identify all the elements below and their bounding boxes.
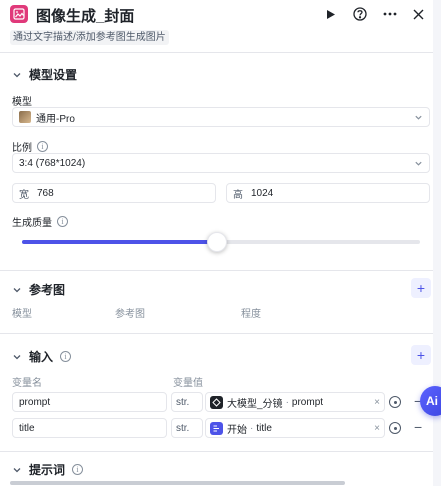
info-icon[interactable]: i — [37, 141, 48, 152]
quality-slider-handle[interactable] — [207, 232, 227, 252]
clear-icon[interactable]: × — [374, 423, 380, 434]
divider — [0, 270, 433, 271]
question-circle-icon[interactable] — [350, 4, 370, 24]
section-model-settings[interactable]: 模型设置 — [12, 66, 77, 83]
height-value: 1024 — [251, 187, 274, 199]
quality-label: 生成质量 i — [12, 214, 68, 229]
variable-name-value: prompt — [19, 396, 51, 408]
divider — [0, 52, 433, 53]
model-label: 模型 — [12, 97, 32, 108]
info-icon[interactable]: i — [57, 216, 68, 227]
section-inputs[interactable]: 输入 i — [12, 348, 72, 365]
ratio-select[interactable]: 3:4 (768*1024) — [12, 153, 430, 173]
variable-name-value: title — [19, 422, 35, 434]
play-icon[interactable] — [320, 4, 340, 24]
ratio-select-value: 3:4 (768*1024) — [19, 157, 86, 169]
node-description: 通过文字描述/添加参考图生成图片 — [10, 30, 169, 45]
model-select-value: 通用-Pro — [36, 113, 75, 125]
chevron-down-icon — [415, 115, 422, 120]
source-variable-name: prompt — [291, 396, 324, 408]
variable-reference-field[interactable]: 开始 · title × — [205, 418, 385, 438]
source-node-name: 开始 — [227, 424, 247, 436]
ratio-label: 比例 i — [12, 139, 48, 154]
chevron-down-icon[interactable] — [12, 285, 22, 295]
variable-picker-icon[interactable] — [389, 396, 401, 408]
height-input[interactable]: 高 1024 — [226, 183, 430, 203]
variable-name-input[interactable]: prompt — [12, 392, 167, 412]
model-thumbnail-icon — [19, 111, 31, 123]
info-icon[interactable]: i — [60, 351, 72, 362]
reference-separator: · — [285, 396, 289, 408]
image-generation-icon — [10, 5, 28, 23]
width-input[interactable]: 宽 768 — [12, 183, 216, 203]
node-title[interactable]: 图像生成_封面 — [36, 5, 134, 26]
quality-label-text: 生成质量 — [12, 218, 52, 229]
remove-input-button[interactable]: − — [414, 419, 422, 435]
section-title: 参考图 — [29, 283, 66, 297]
variable-type-select[interactable]: str. — [171, 418, 203, 438]
inputs-col-value: 变量值 — [173, 378, 203, 389]
divider — [0, 333, 433, 334]
source-variable-name: title — [256, 422, 272, 434]
ai-assistant-label: Ai — [426, 394, 438, 408]
section-title: 提示词 — [29, 463, 66, 477]
more-horizontal-icon[interactable] — [380, 4, 400, 24]
start-node-icon — [210, 421, 223, 435]
clear-icon[interactable]: × — [374, 397, 380, 408]
node-config-panel: 图像生成_封面 通过文字描述/添加参考图生成图片 模型设置 模型 通用-Pro — [0, 0, 433, 486]
variable-type-select[interactable]: str. — [171, 392, 203, 412]
reference-col-image: 参考图 — [115, 309, 145, 320]
reference-col-degree: 程度 — [241, 309, 261, 320]
variable-name-input[interactable]: title — [12, 418, 167, 438]
reference-col-model: 模型 — [12, 309, 32, 320]
width-value: 768 — [37, 187, 54, 199]
reference-separator: · — [250, 422, 254, 434]
close-icon[interactable] — [408, 4, 428, 24]
chevron-down-icon[interactable] — [12, 352, 22, 362]
chevron-down-icon — [415, 161, 422, 166]
variable-type-value: str. — [176, 396, 190, 408]
model-select[interactable]: 通用-Pro — [12, 107, 430, 127]
section-title: 输入 — [29, 350, 54, 364]
inputs-col-name: 变量名 — [12, 378, 42, 389]
add-reference-button[interactable]: + — [411, 278, 431, 298]
variable-picker-icon[interactable] — [389, 422, 401, 434]
quality-slider[interactable] — [22, 232, 420, 252]
add-input-button[interactable]: + — [411, 345, 431, 365]
panel-header: 图像生成_封面 — [0, 0, 433, 26]
quality-slider-fill — [22, 240, 217, 244]
source-node-name: 大模型_分镜 — [227, 398, 283, 410]
height-prefix: 高 — [233, 189, 243, 201]
horizontal-scrollbar[interactable] — [10, 481, 345, 485]
width-prefix: 宽 — [19, 189, 29, 201]
divider — [0, 451, 433, 452]
ratio-label-text: 比例 — [12, 143, 32, 154]
chevron-down-icon[interactable] — [12, 465, 22, 475]
variable-reference-field[interactable]: 大模型_分镜 · prompt × — [205, 392, 385, 412]
llm-node-icon — [210, 395, 223, 409]
section-reference[interactable]: 参考图 — [12, 281, 65, 298]
section-prompt[interactable]: 提示词 i — [12, 461, 84, 478]
section-title: 模型设置 — [29, 68, 78, 82]
variable-type-value: str. — [176, 422, 190, 434]
info-icon[interactable]: i — [72, 464, 84, 475]
chevron-down-icon[interactable] — [12, 70, 22, 80]
